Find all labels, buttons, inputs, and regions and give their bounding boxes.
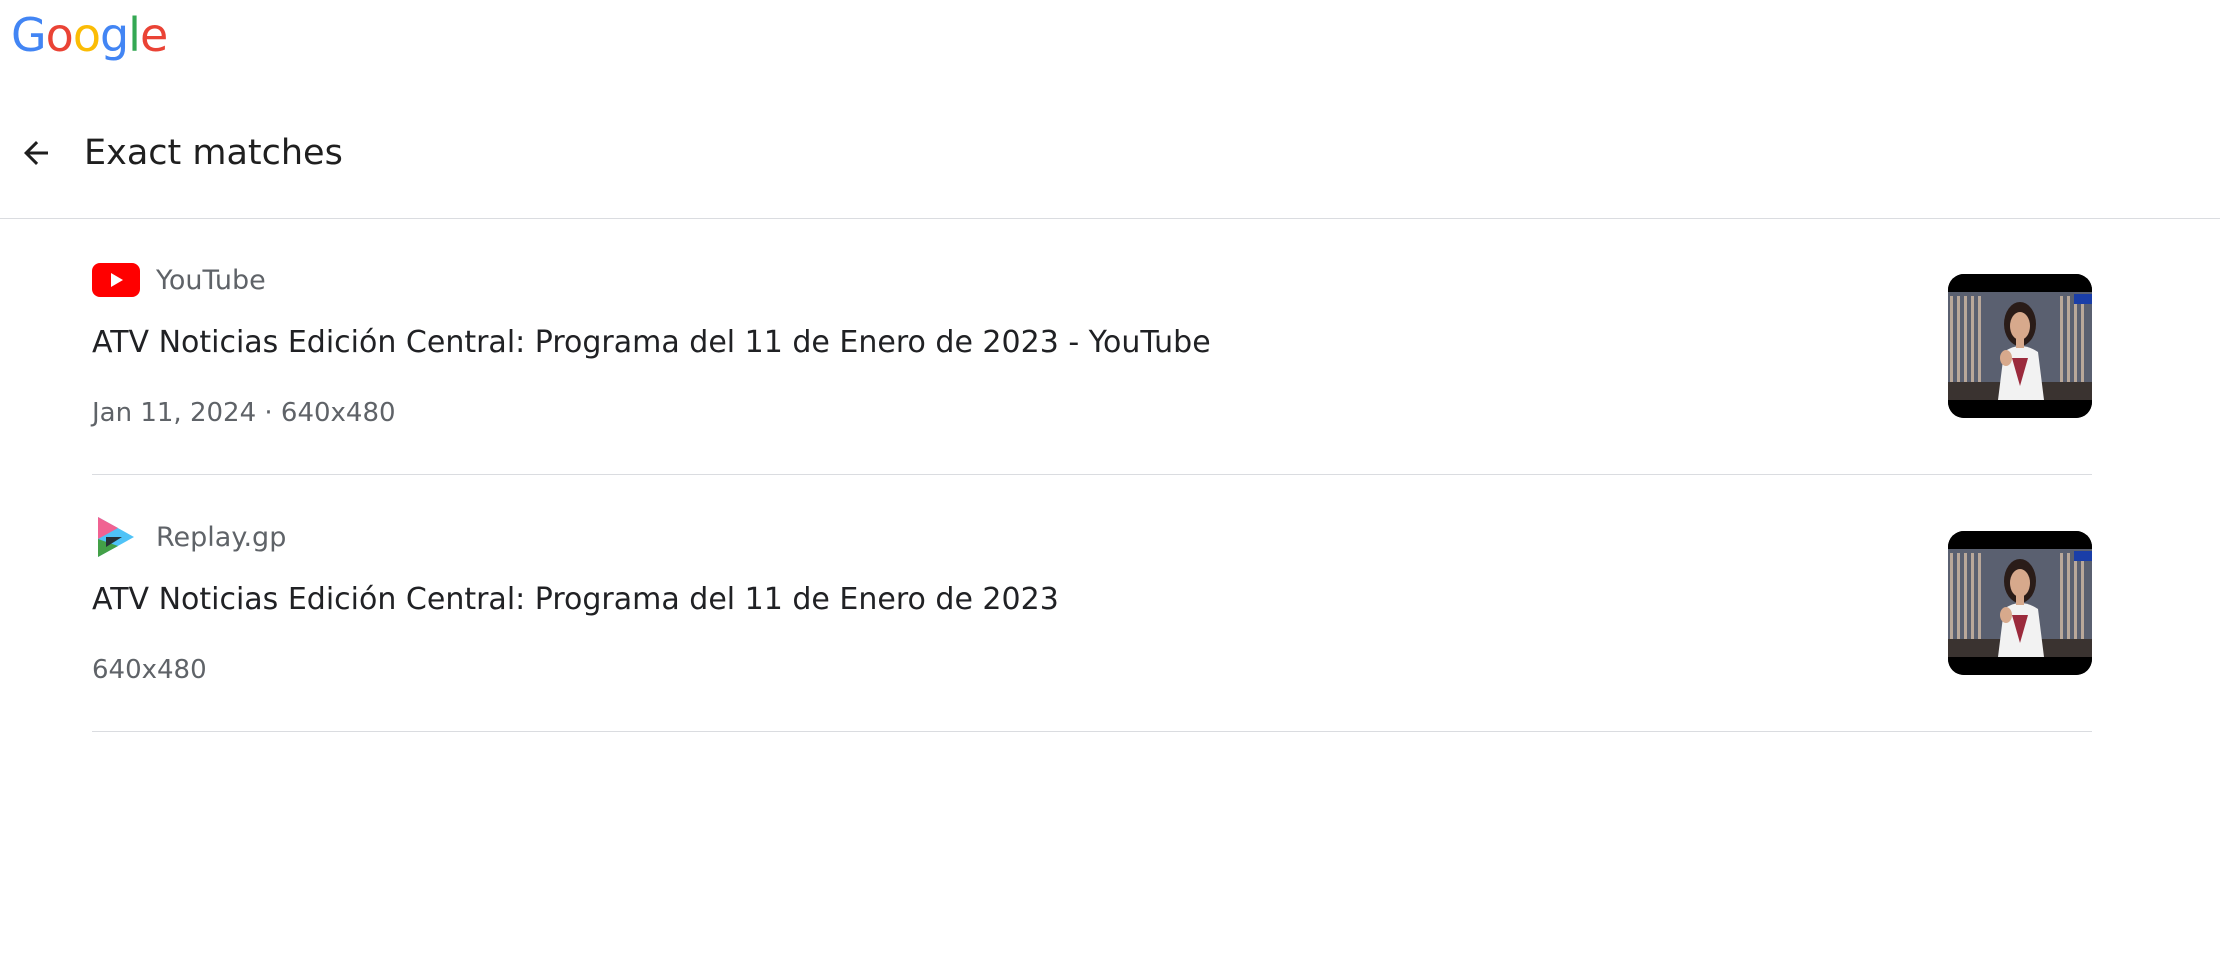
results-list: YouTube ATV Noticias Edición Central: Pr… xyxy=(92,218,2092,732)
logo-letter: o xyxy=(72,8,101,62)
result-meta: 640x480 xyxy=(92,655,207,685)
result-thumbnail[interactable] xyxy=(1948,274,2092,418)
result-meta: Jan 11, 2024 · 640x480 xyxy=(92,398,396,428)
result-source[interactable]: Replay.gp xyxy=(92,517,287,557)
logo-letter: l xyxy=(128,8,141,62)
result-item[interactable]: Replay.gp ATV Noticias Edición Central: … xyxy=(92,475,2092,732)
youtube-icon xyxy=(92,263,140,297)
logo-letter: g xyxy=(99,8,129,62)
result-title-link[interactable]: ATV Noticias Edición Central: Programa d… xyxy=(92,580,1059,620)
arrow-left-icon xyxy=(24,141,48,165)
logo-letter: o xyxy=(45,8,74,62)
replay-play-icon xyxy=(92,517,140,557)
source-name: Replay.gp xyxy=(156,521,287,553)
source-name: YouTube xyxy=(156,264,266,296)
result-item[interactable]: YouTube ATV Noticias Edición Central: Pr… xyxy=(92,218,2092,475)
back-button[interactable] xyxy=(14,131,58,175)
result-thumbnail[interactable] xyxy=(1948,531,2092,675)
logo-letter: e xyxy=(139,8,168,62)
video-frame-image xyxy=(1948,274,2092,418)
page-header: Exact matches xyxy=(0,108,2220,219)
logo-letter: G xyxy=(11,8,47,62)
result-source[interactable]: YouTube xyxy=(92,262,266,298)
result-title-link[interactable]: ATV Noticias Edición Central: Programa d… xyxy=(92,323,1211,363)
google-logo[interactable]: Google xyxy=(11,4,168,66)
video-frame-image xyxy=(1948,531,2092,675)
page-title: Exact matches xyxy=(84,133,343,173)
